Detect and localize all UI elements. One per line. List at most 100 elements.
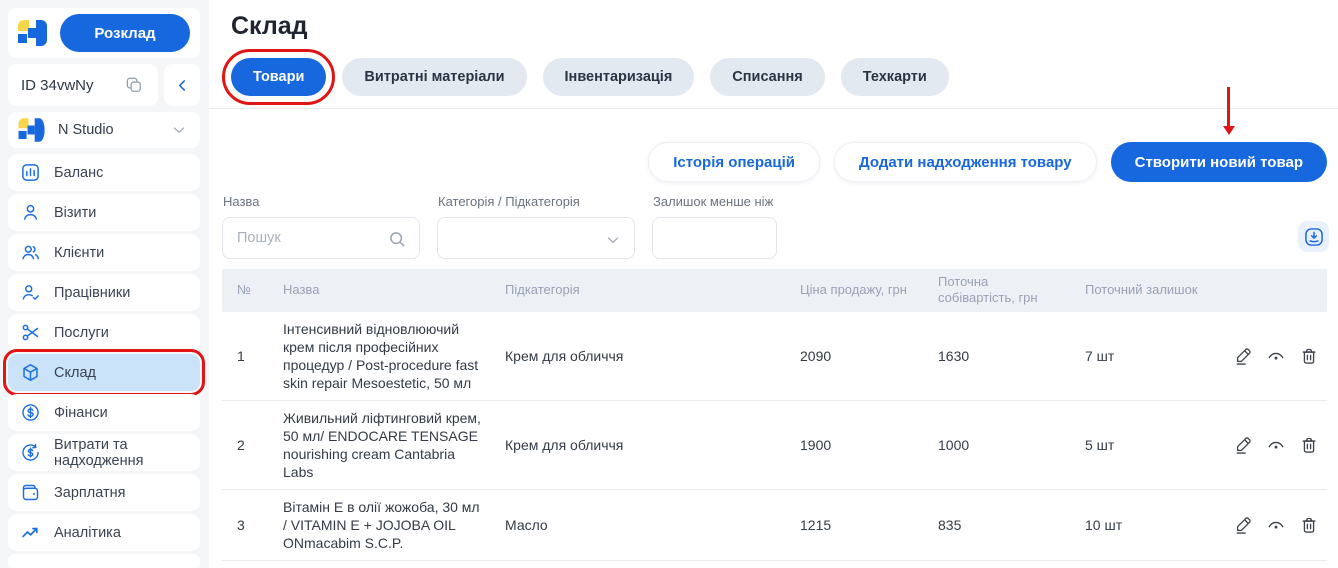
schedule-button[interactable]: Розклад — [60, 14, 190, 53]
table-row: 3 Вітамін Е в олії жожоба, 30 мл / VITAM… — [222, 490, 1327, 562]
table-row: 2 Живильний ліфтинговий крем, 50 мл/ END… — [222, 401, 1327, 490]
action-button-label: Додати надходження товару — [858, 153, 1072, 171]
action-button[interactable]: Додати надходження товару — [833, 142, 1097, 182]
search-icon[interactable] — [387, 229, 407, 249]
sidebar-item[interactable]: Працівники — [8, 274, 200, 311]
table-header-row: № Назва Підкатегорія Ціна продажу, грн П… — [222, 269, 1327, 312]
filter-name-label: Назва — [223, 194, 260, 209]
scissors-icon — [20, 322, 41, 343]
stock-input[interactable] — [653, 218, 776, 258]
cell-num: 3 — [237, 516, 245, 533]
sidebar-item-label: Витрати та надходження — [54, 436, 144, 469]
cell-price: 1215 — [800, 516, 832, 533]
filter-category: Категорія / Підкатегорія — [437, 194, 635, 259]
col-header-stock: Поточний залишок — [1085, 282, 1198, 298]
col-header-subcategory: Підкатегорія — [505, 282, 580, 298]
export-button[interactable] — [1298, 221, 1329, 252]
tab[interactable]: Витратні матеріали — [342, 58, 527, 96]
edit-icon[interactable] — [1233, 435, 1253, 455]
dollar-refresh-icon — [20, 442, 41, 463]
view-icon[interactable] — [1266, 435, 1286, 455]
filters-row: Назва Категорія / Підкатегорія Залишок м… — [222, 194, 1329, 259]
cell-actions — [1218, 341, 1327, 371]
person-check-icon — [20, 282, 41, 303]
trend-up-icon — [20, 522, 41, 543]
cell-price: 1900 — [800, 436, 832, 453]
main-content: Склад Товари Витратні матеріали Інвентар… — [209, 0, 1338, 568]
cell-name: Вітамін Е в олії жожоба, 30 мл / VITAMIN… — [283, 498, 480, 551]
cell-price: 2090 — [800, 347, 832, 364]
sidebar: Розклад ID 34vwNy N Studio Баланс Візити… — [0, 0, 209, 568]
sidebar-item[interactable]: Склад — [3, 349, 205, 396]
cell-name: Живильний ліфтинговий крем, 50 мл/ ENDOC… — [283, 409, 481, 480]
sidebar-item[interactable]: Аналітика — [8, 514, 200, 551]
header-divider — [209, 108, 1338, 109]
studio-name: N Studio — [58, 122, 114, 139]
cell-name: Інтенсивний відновлюючий крем після проф… — [283, 320, 479, 391]
chevron-left-icon — [174, 77, 191, 94]
sidebar-item-label: Послуги — [54, 324, 109, 341]
cube-icon — [20, 362, 41, 383]
studio-avatar — [17, 116, 48, 145]
annotation-arrow — [1222, 87, 1235, 135]
view-icon[interactable] — [1266, 346, 1286, 366]
col-header-num: № — [237, 282, 251, 298]
sidebar-item[interactable]: Візити — [8, 194, 200, 231]
sidebar-item-label: Клієнти — [54, 244, 105, 261]
actions-row: Історія операцій Додати надходження това… — [222, 87, 1327, 182]
tab[interactable]: Товари — [221, 49, 336, 105]
edit-icon[interactable] — [1233, 346, 1253, 366]
delete-icon[interactable] — [1299, 346, 1319, 366]
copy-icon[interactable] — [124, 75, 144, 95]
action-button-label: Створити новий товар — [1134, 153, 1303, 171]
sidebar-item[interactable]: Витрати та надходження — [8, 434, 200, 471]
tab[interactable]: Інвентаризація — [542, 58, 695, 96]
sidebar-item-label: Працівники — [54, 284, 131, 301]
cell-subcategory: Крем для обличчя — [505, 347, 624, 364]
sidebar-item-label: Фінанси — [54, 404, 108, 421]
products-table: № Назва Підкатегорія Ціна продажу, грн П… — [222, 269, 1327, 568]
sidebar-item[interactable]: Зарплатня — [8, 474, 200, 511]
tab[interactable]: Техкарти — [840, 58, 949, 96]
view-icon[interactable] — [1266, 515, 1286, 535]
workspace-id: ID 34vwNy — [21, 76, 94, 94]
sidebar-item-label: Аналітика — [54, 524, 121, 541]
sidebar-item[interactable]: Баланс — [8, 154, 200, 191]
sidebar-item-partial[interactable] — [8, 554, 200, 568]
filter-stock: Залишок менше ніж — [652, 194, 777, 259]
sidebar-header: Розклад — [8, 8, 200, 59]
table-row: 1 Інтенсивний відновлюючий крем після пр… — [222, 312, 1327, 401]
delete-icon[interactable] — [1299, 435, 1319, 455]
balance-chart-icon — [20, 162, 41, 183]
cell-cost: 1630 — [938, 347, 970, 364]
app-logo — [16, 17, 50, 49]
col-header-name: Назва — [283, 282, 320, 298]
col-header-cost: Поточна собівартість, грн — [938, 274, 1038, 306]
tab[interactable]: Списання — [710, 58, 825, 96]
sidebar-item-label: Зарплатня — [54, 484, 126, 501]
sidebar-item-label: Баланс — [54, 164, 104, 181]
cell-cost: 1000 — [938, 436, 970, 453]
cell-num: 1 — [237, 347, 245, 364]
cell-actions — [1218, 510, 1327, 540]
person-icon — [20, 202, 41, 223]
sidebar-item[interactable]: Фінанси — [8, 394, 200, 431]
category-select[interactable] — [437, 217, 635, 259]
chevron-down-icon — [604, 231, 622, 249]
studio-switcher[interactable]: N Studio — [8, 112, 200, 148]
delete-icon[interactable] — [1299, 515, 1319, 535]
sidebar-collapse-button[interactable] — [164, 64, 200, 107]
sidebar-item[interactable]: Клієнти — [8, 234, 200, 271]
tab-label: Витратні матеріали — [364, 69, 505, 85]
cell-actions — [1218, 430, 1327, 460]
edit-icon[interactable] — [1233, 515, 1253, 535]
search-box — [222, 217, 420, 259]
sidebar-item[interactable]: Послуги — [8, 314, 200, 351]
action-button[interactable]: Історія операцій — [648, 142, 820, 182]
page-title: Склад — [231, 12, 308, 40]
tab-label: Списання — [732, 69, 803, 85]
action-button[interactable]: Створити новий товар — [1110, 142, 1327, 182]
tab-label: Інвентаризація — [564, 69, 673, 85]
sidebar-item-label: Склад — [54, 364, 96, 381]
wallet-icon — [20, 482, 41, 503]
